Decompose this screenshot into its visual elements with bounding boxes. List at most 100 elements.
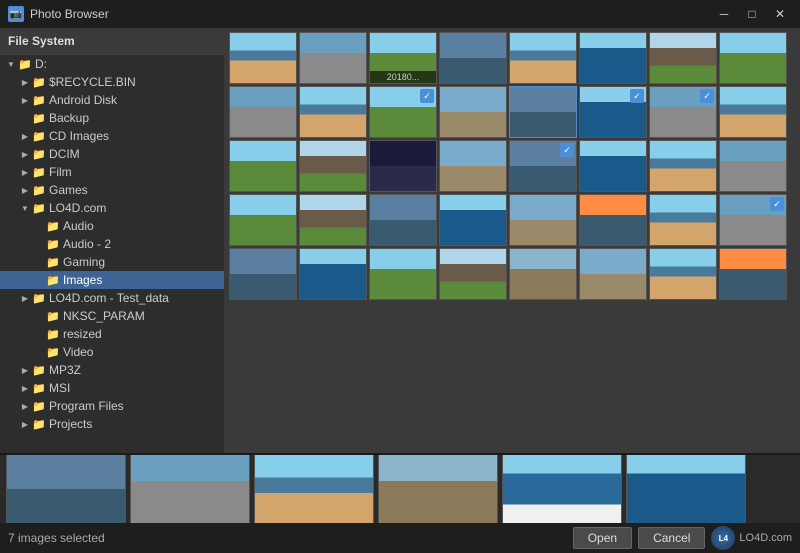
tree-arrow-lo4d-test: ▶ [18, 291, 32, 305]
thumb-cell[interactable] [299, 140, 367, 192]
thumb-cell[interactable]: ✓ [369, 86, 437, 138]
thumb-cell[interactable] [719, 86, 787, 138]
logo-text: LO4D.com [739, 532, 792, 544]
tree-item-audio[interactable]: 📁Audio [0, 217, 224, 235]
tree-item-video[interactable]: 📁Video [0, 343, 224, 361]
cancel-button[interactable]: Cancel [638, 527, 705, 549]
thumb-cell[interactable] [579, 248, 647, 300]
minimize-button[interactable]: ─ [712, 5, 736, 23]
thumb-image [720, 141, 786, 191]
thumbnail-grid: 20180... ✓ ✓ ✓ ✓ ✓ [225, 28, 800, 453]
thumb-cell[interactable] [299, 86, 367, 138]
tree-item-backup[interactable]: 📁Backup [0, 109, 224, 127]
thumb-cell[interactable] [509, 248, 577, 300]
thumb-image [440, 141, 506, 191]
tree-item-android[interactable]: ▶📁Android Disk [0, 91, 224, 109]
thumb-checkmark: ✓ [630, 89, 644, 103]
tree-item-lo4d-test[interactable]: ▶📁LO4D.com - Test_data [0, 289, 224, 307]
selection-status: 7 images selected [8, 531, 105, 545]
thumb-cell[interactable] [229, 194, 297, 246]
thumb-cell[interactable] [579, 32, 647, 84]
thumb-cell[interactable] [229, 140, 297, 192]
tree-item-gaming[interactable]: 📁Gaming [0, 253, 224, 271]
folder-icon-resized: 📁 [46, 327, 60, 341]
title-bar-left: 📷 Photo Browser [8, 6, 109, 22]
tree-item-lo4d[interactable]: ▼📁LO4D.com [0, 199, 224, 217]
tree-item-games[interactable]: ▶📁Games [0, 181, 224, 199]
thumb-image [300, 195, 366, 245]
thumb-cell[interactable] [299, 248, 367, 300]
selected-images-strip [0, 455, 800, 523]
thumb-cell[interactable] [509, 194, 577, 246]
thumb-cell[interactable] [509, 86, 577, 138]
maximize-button[interactable]: □ [740, 5, 764, 23]
tree-arrow-resized [32, 327, 46, 341]
strip-thumb-image [131, 455, 249, 523]
folder-icon-lo4d: 📁 [32, 201, 46, 215]
thumb-checkmark: ✓ [420, 89, 434, 103]
tree-label-gaming: Gaming [63, 255, 105, 269]
thumb-cell[interactable] [369, 248, 437, 300]
thumb-cell[interactable] [719, 140, 787, 192]
thumb-cell[interactable] [229, 32, 297, 84]
thumb-cell[interactable] [439, 194, 507, 246]
folder-icon-audio: 📁 [46, 219, 60, 233]
folder-icon-video: 📁 [46, 345, 60, 359]
tree-item-film[interactable]: ▶📁Film [0, 163, 224, 181]
thumb-cell[interactable] [369, 194, 437, 246]
open-button[interactable]: Open [573, 527, 632, 549]
tree-item-msi[interactable]: ▶📁MSI [0, 379, 224, 397]
thumb-cell[interactable] [649, 32, 717, 84]
strip-thumb[interactable] [626, 455, 746, 523]
tree-label-video: Video [63, 345, 93, 359]
thumb-cell[interactable] [649, 248, 717, 300]
strip-thumb[interactable] [254, 455, 374, 523]
close-button[interactable]: ✕ [768, 5, 792, 23]
strip-thumb[interactable] [130, 455, 250, 523]
thumb-cell[interactable]: ✓ [719, 194, 787, 246]
tree-arrow-cd-images: ▶ [18, 129, 32, 143]
tree-item-projects[interactable]: ▶📁Projects [0, 415, 224, 433]
tree-item-nksc[interactable]: 📁NKSC_PARAM [0, 307, 224, 325]
thumb-cell[interactable] [299, 194, 367, 246]
thumb-cell[interactable] [229, 86, 297, 138]
thumb-cell[interactable]: 20180... [369, 32, 437, 84]
thumb-cell[interactable] [579, 194, 647, 246]
thumb-cell[interactable] [649, 140, 717, 192]
thumb-cell[interactable] [719, 248, 787, 300]
tree-item-recycle[interactable]: ▶📁$RECYCLE.BIN [0, 73, 224, 91]
tree-item-dcim[interactable]: ▶📁DCIM [0, 145, 224, 163]
tree-item-program-files[interactable]: ▶📁Program Files [0, 397, 224, 415]
thumb-cell[interactable] [579, 140, 647, 192]
thumb-cell[interactable] [649, 194, 717, 246]
thumb-cell[interactable] [439, 32, 507, 84]
folder-icon-mp3z: 📁 [32, 363, 46, 377]
tree-item-mp3z[interactable]: ▶📁MP3Z [0, 361, 224, 379]
strip-thumb[interactable] [378, 455, 498, 523]
thumb-cell[interactable]: ✓ [649, 86, 717, 138]
thumb-cell[interactable]: ✓ [509, 140, 577, 192]
thumb-cell[interactable] [719, 32, 787, 84]
thumb-cell[interactable] [299, 32, 367, 84]
thumb-cell[interactable] [439, 140, 507, 192]
tree-item-images[interactable]: 📁Images [0, 271, 224, 289]
logo: L4 LO4D.com [711, 526, 792, 550]
folder-icon-drive-d: 📁 [18, 57, 32, 71]
thumb-cell[interactable] [509, 32, 577, 84]
tree-label-audio: Audio [63, 219, 94, 233]
tree-item-resized[interactable]: 📁resized [0, 325, 224, 343]
tree-item-audio2[interactable]: 📁Audio - 2 [0, 235, 224, 253]
thumb-cell[interactable]: ✓ [579, 86, 647, 138]
thumb-cell[interactable] [439, 248, 507, 300]
thumb-image [720, 87, 786, 137]
strip-thumb[interactable] [6, 455, 126, 523]
thumb-cell[interactable] [369, 140, 437, 192]
tree-arrow-drive-d: ▼ [4, 57, 18, 71]
strip-thumb[interactable] [502, 455, 622, 523]
thumb-cell[interactable] [439, 86, 507, 138]
thumb-image [370, 249, 436, 299]
tree-arrow-dcim: ▶ [18, 147, 32, 161]
thumb-cell[interactable] [229, 248, 297, 300]
tree-item-cd-images[interactable]: ▶📁CD Images [0, 127, 224, 145]
tree-item-drive-d[interactable]: ▼📁D: [0, 55, 224, 73]
